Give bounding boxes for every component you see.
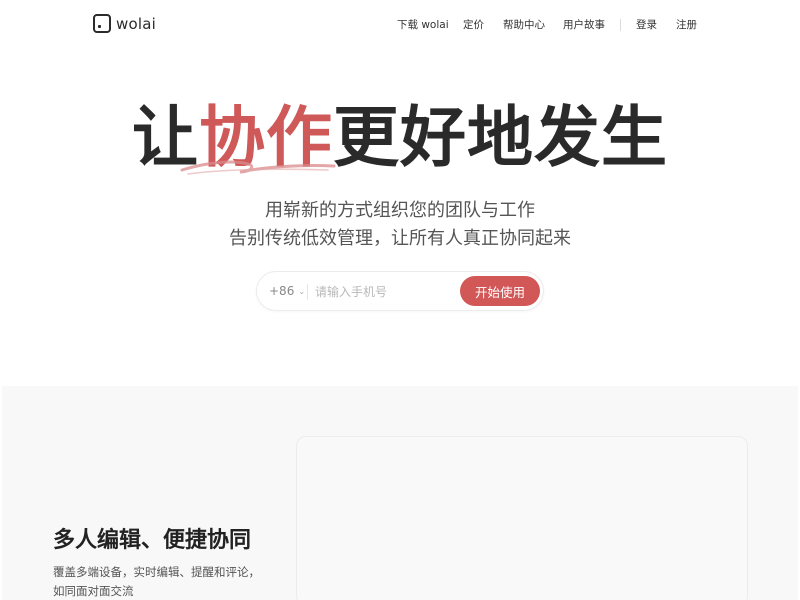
hero-title: 让协作更好地发生	[0, 98, 800, 178]
feature-title: 多人编辑、便捷协同	[53, 528, 252, 553]
country-code: +86	[269, 284, 295, 298]
nav-help-center[interactable]: 帮助中心	[503, 18, 545, 32]
hero-subtitle-line1: 用崭新的方式组织您的团队与工作	[265, 200, 535, 221]
nav-divider	[620, 19, 621, 31]
page: wolai 下载 wolai 定价 帮助中心 用户故事 登录 注册 让协作更好地…	[0, 0, 800, 600]
hero-subtitle-line2: 告别传统低效管理，让所有人真正协同起来	[229, 228, 571, 249]
feature-description: 覆盖多端设备，实时编辑、提醒和评论，如同面对面交流	[53, 565, 260, 598]
nav-login[interactable]: 登录	[636, 18, 657, 32]
hero-title-suffix: 更好地发生	[333, 99, 668, 176]
top-nav-bar: wolai 下载 wolai 定价 帮助中心 用户故事 登录 注册	[0, 0, 800, 50]
start-button[interactable]: 开始使用	[460, 276, 540, 306]
nav-register[interactable]: 注册	[676, 18, 697, 32]
scribble-underline	[180, 160, 336, 175]
nav-user-stories[interactable]: 用户故事	[563, 18, 605, 32]
nav-download[interactable]: 下载 wolai	[397, 18, 449, 32]
phone-signup-form: +86 ⌄ 开始使用	[256, 271, 544, 311]
input-divider	[307, 284, 308, 300]
nav-pricing[interactable]: 定价	[463, 18, 484, 32]
nav-links: 下载 wolai 定价 帮助中心 用户故事 登录 注册	[0, 18, 800, 32]
feature-preview-card	[296, 436, 748, 600]
phone-input[interactable]	[315, 282, 455, 302]
chevron-down-icon: ⌄	[298, 286, 306, 296]
country-code-select[interactable]: +86 ⌄	[269, 284, 305, 298]
